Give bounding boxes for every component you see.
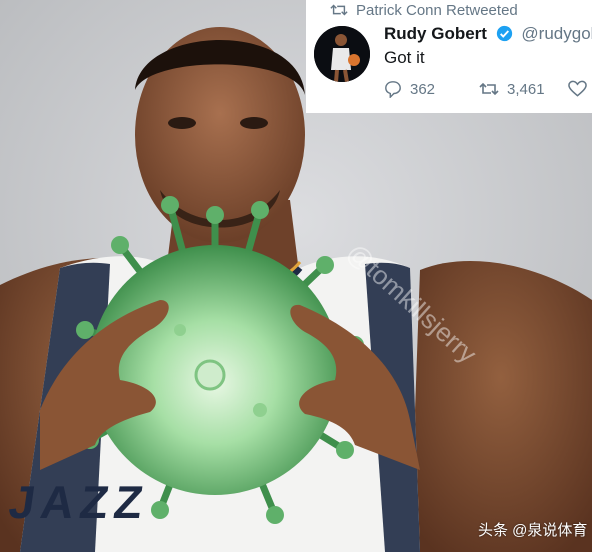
like-button[interactable] xyxy=(568,80,592,98)
like-icon xyxy=(568,80,587,97)
avatar[interactable] xyxy=(314,26,370,82)
reply-count: 362 xyxy=(410,80,436,98)
retweet-count: 3,461 xyxy=(507,80,545,98)
retweet-text: Patrick Conn Retweeted xyxy=(356,2,518,19)
tweet-card[interactable]: Patrick Conn Retweeted Rudy Gobert @rudy… xyxy=(306,0,592,113)
reply-icon xyxy=(385,81,401,98)
retweet-button[interactable]: 3,461 xyxy=(479,80,545,98)
retweet-icon xyxy=(330,4,348,16)
retweet-icon xyxy=(479,82,499,96)
display-name[interactable]: Rudy Gobert xyxy=(384,24,487,43)
tweet-actions: 362 3,461 xyxy=(384,80,592,102)
verified-icon xyxy=(496,25,512,42)
retweet-label: Patrick Conn Retweeted xyxy=(330,2,518,19)
handle[interactable]: @rudygobert xyxy=(521,24,592,43)
jersey-text: JAZZ xyxy=(6,476,152,528)
reply-button[interactable]: 362 xyxy=(384,80,435,98)
tweet-text: Got it xyxy=(384,48,425,67)
watermark: 头条 @泉说体育 xyxy=(478,522,588,539)
name-row: Rudy Gobert @rudygobert xyxy=(384,24,592,44)
